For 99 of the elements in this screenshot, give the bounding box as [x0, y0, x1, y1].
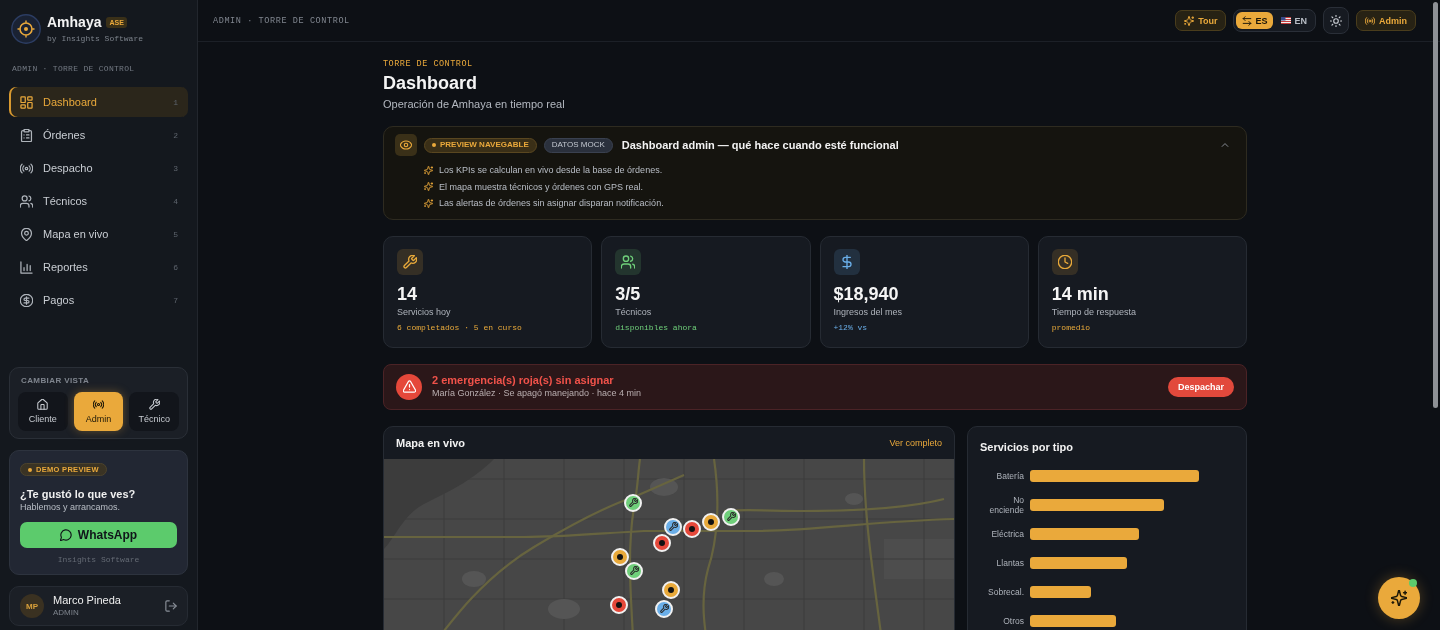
shortcut-number: 1	[173, 97, 178, 107]
language-option[interactable]: ES	[1236, 12, 1274, 29]
promo-text: Hablemos y arrancamos.	[20, 501, 121, 513]
language-option[interactable]: EN	[1275, 12, 1313, 29]
sparkles-icon	[424, 182, 433, 192]
view-option[interactable]: Técnico	[129, 392, 179, 431]
sparkles-icon	[424, 165, 433, 175]
sparkles-icon	[424, 198, 433, 208]
clipboard-icon	[20, 128, 33, 142]
notice-title: Dashboard admin — qué hace cuando esté funcional	[621, 139, 899, 151]
broadcast-icon	[93, 399, 104, 410]
kpi-value: 3/5	[615, 283, 641, 304]
assistant-button[interactable]	[1378, 577, 1420, 619]
shortcut-number: 5	[173, 229, 178, 239]
view-option[interactable]: Cliente	[18, 392, 68, 431]
page-title: Dashboard	[383, 72, 478, 94]
theme-button[interactable]	[1323, 7, 1349, 34]
notice-item: Las alertas de órdenes sin asignar disparan notificación.	[439, 197, 664, 210]
sun-icon	[1330, 14, 1342, 27]
nav-item[interactable]: Despacho 3	[9, 153, 188, 183]
bar-chart-icon	[20, 260, 33, 274]
brand-byline: by Insights Software	[47, 34, 143, 44]
dispatch-button[interactable]: Despachar	[1167, 376, 1234, 397]
page-eyebrow: TORRE DE CONTROL	[383, 59, 473, 69]
shortcut-number: 7	[173, 295, 178, 305]
shortcut-number: 4	[173, 196, 178, 206]
nav-item[interactable]: Dashboard 1	[9, 87, 188, 117]
bar-label: Eléctrica	[991, 529, 1024, 539]
avatar: MP	[20, 594, 44, 618]
bar-label: Sobrecal.	[988, 587, 1024, 597]
shortcut-number: 6	[173, 262, 178, 272]
brand-name: Amhaya	[47, 14, 102, 30]
kpi-label: Servicios hoy	[397, 306, 451, 318]
breadcrumb: ADMIN · TORRE DE CONTROL	[12, 64, 135, 74]
dot-icon	[28, 467, 32, 472]
warning-icon	[396, 373, 422, 400]
breadcrumb: ADMIN · TORRE DE CONTROL	[213, 15, 350, 26]
shortcut-number: 2	[173, 130, 178, 140]
collapse-button[interactable]	[1220, 140, 1230, 150]
notice-item: Los KPIs se calculan en vivo desde la base de órdenes.	[439, 164, 663, 177]
chat-bubble-icon	[59, 529, 72, 541]
kpi-label: Ingresos del mes	[833, 306, 903, 318]
house-icon	[37, 399, 49, 410]
nav-item[interactable]: Reportes 6	[9, 252, 188, 282]
broadcast-icon	[20, 161, 33, 175]
target-logo-icon	[11, 14, 41, 44]
bar-label: No enciende	[988, 495, 1024, 515]
wrench-icon	[148, 399, 160, 410]
dot-icon	[432, 143, 436, 147]
view-option[interactable]: Admin	[73, 392, 124, 431]
shortcut-number: 3	[173, 163, 178, 173]
swap-arrows-icon	[1242, 15, 1253, 26]
map-title: Mapa en vivo	[396, 436, 466, 449]
kpi-note: promedio	[1051, 322, 1091, 333]
broadcast-icon	[1365, 15, 1375, 26]
logout-icon	[165, 600, 177, 612]
kpi-value: 14 min	[1051, 283, 1109, 304]
bar-label: Batería	[996, 471, 1024, 481]
kpi-note: +12% vs	[833, 322, 868, 333]
chevron-up-icon	[1220, 140, 1230, 150]
sparkles-icon	[1391, 590, 1407, 606]
kpi-value: 14	[397, 283, 418, 304]
user-role: ADMIN	[53, 608, 79, 618]
users-icon	[20, 194, 33, 208]
alert-text: María González · Se apagó manejando · hace 4 min	[432, 388, 642, 399]
kpi-label: Técnicos	[615, 306, 652, 318]
nav-item[interactable]: Pagos 7	[9, 285, 188, 315]
user-name: Marco Pineda	[53, 594, 121, 607]
whatsapp-button[interactable]: WhatsApp	[20, 522, 177, 548]
nav-item[interactable]: Mapa en vivo 5	[9, 219, 188, 249]
promo-title: ¿Te gustó lo que ves?	[20, 488, 136, 501]
tour-button[interactable]: Tour	[1175, 10, 1227, 31]
kpi-note: disponibles ahora	[615, 322, 697, 333]
nav-item[interactable]: Órdenes 2	[9, 120, 188, 150]
notice-item: El mapa muestra técnicos y órdenes con GPS real.	[439, 180, 644, 194]
view-full-link[interactable]: Ver completo	[889, 437, 942, 448]
kpi-label: Tiempo de respuesta	[1051, 306, 1136, 318]
kpi-value: $18,940	[833, 283, 899, 304]
badge-label: PREVIEW NAVEGABLE	[440, 140, 529, 150]
view-switcher-title: CAMBIAR VISTA	[21, 376, 90, 386]
eye-icon	[395, 134, 417, 156]
logout-button[interactable]	[165, 600, 177, 612]
chart-title: Servicios por tipo	[980, 440, 1073, 453]
page-subtitle: Operación de Amhaya en tiempo real	[383, 98, 565, 111]
tag-badge: DATOS MOCK	[543, 137, 613, 153]
dollar-circle-icon	[20, 293, 33, 307]
nav-item[interactable]: Técnicos 4	[9, 186, 188, 216]
promo-footer: Insights Software	[57, 555, 140, 565]
bar-label: Otros	[1003, 616, 1024, 626]
map-pin-icon	[20, 227, 33, 241]
flag-icon	[1281, 17, 1292, 24]
sparkles-icon	[1184, 15, 1195, 26]
bar	[1030, 586, 1092, 598]
dashboard-grid-icon	[20, 95, 33, 109]
kpi-note: 6 completados · 5 en curso	[397, 322, 522, 333]
scrollbar[interactable]	[1433, 2, 1438, 408]
bar-label: Llantas	[996, 558, 1024, 568]
alert-title: 2 emergencia(s) roja(s) sin asignar	[432, 374, 615, 387]
role-button[interactable]: Admin	[1356, 10, 1416, 31]
